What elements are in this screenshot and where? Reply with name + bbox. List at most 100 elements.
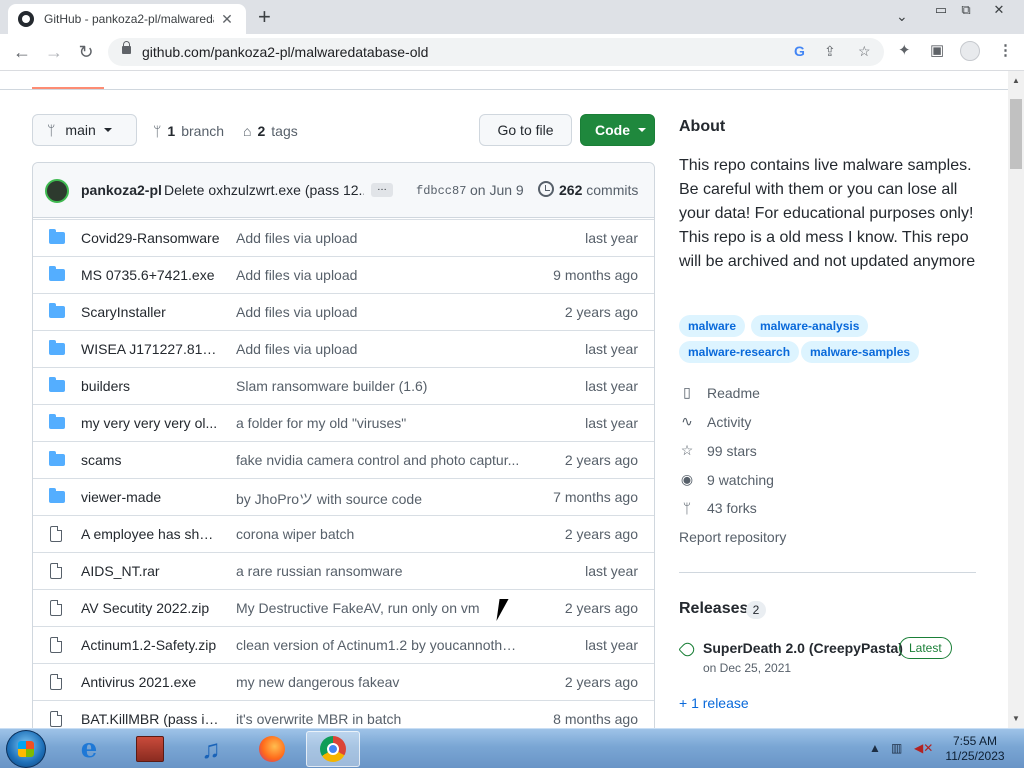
- table-row[interactable]: Antivirus 2021.exe my new dangerous fakea…: [33, 663, 654, 700]
- restore-icon[interactable]: ⧉: [955, 0, 977, 20]
- table-row[interactable]: WISEA J171227.81-2... Add files via uploa…: [33, 330, 654, 367]
- profile-avatar[interactable]: [960, 41, 980, 61]
- volume-muted-icon[interactable]: ◀✕: [914, 741, 933, 755]
- commit-message-link[interactable]: Add files via upload: [236, 341, 521, 357]
- branch-select-button[interactable]: ᛘ main: [32, 114, 137, 146]
- page-scrollbar[interactable]: ▲ ▼: [1008, 71, 1024, 728]
- file-name-link[interactable]: WISEA J171227.81-2...: [81, 341, 221, 357]
- table-row[interactable]: BAT.KillMBR (pass inf... it's overwrite M…: [33, 700, 654, 728]
- forks-link[interactable]: ᛘ 43 forks: [679, 500, 757, 516]
- forward-arrow-icon[interactable]: →: [42, 41, 66, 63]
- table-row[interactable]: my very very very ol... a folder for my o…: [33, 404, 654, 441]
- scroll-thumb[interactable]: [1010, 99, 1022, 169]
- internet-explorer-taskbar-button[interactable]: e: [62, 731, 116, 767]
- activity-link[interactable]: ∿ Activity: [679, 413, 751, 430]
- commit-sha-link[interactable]: fdbcc87: [416, 184, 466, 198]
- releases-heading[interactable]: Releases: [679, 600, 748, 618]
- file-name-link[interactable]: my very very very ol...: [81, 415, 221, 431]
- start-button[interactable]: [6, 730, 46, 768]
- file-name-link[interactable]: A employee has shar...: [81, 526, 221, 542]
- table-row[interactable]: AV Secutity 2022.zip My Destructive FakeA…: [33, 589, 654, 626]
- commit-message-link[interactable]: My Destructive FakeAV, run only on vm: [236, 600, 521, 616]
- file-name-link[interactable]: scams: [81, 452, 221, 468]
- report-repository-link[interactable]: Report repository: [679, 529, 786, 545]
- file-name-link[interactable]: AV Secutity 2022.zip: [81, 600, 221, 616]
- reload-icon[interactable]: ↻: [74, 41, 98, 63]
- file-name-link[interactable]: Covid29-Ransomware: [81, 230, 221, 246]
- table-row[interactable]: MS 0735.6+7421.exe Add files via upload 9 …: [33, 256, 654, 293]
- commit-message-link[interactable]: Add files via upload: [236, 230, 521, 246]
- lock-icon[interactable]: [122, 41, 131, 54]
- author-avatar[interactable]: [45, 179, 69, 203]
- watchers-link[interactable]: ◉ 9 watching: [679, 471, 774, 488]
- branches-link[interactable]: ᛘ 1 branch: [153, 123, 224, 139]
- topic-tag[interactable]: malware: [679, 315, 746, 337]
- go-to-file-button[interactable]: Go to file: [479, 114, 572, 146]
- file-name-link[interactable]: Actinum1.2-Safety.zip: [81, 637, 221, 653]
- file-name-link[interactable]: ScaryInstaller: [81, 304, 221, 320]
- side-panel-icon[interactable]: ▣: [930, 41, 944, 59]
- tab-close-icon[interactable]: ✕: [218, 11, 236, 28]
- table-row[interactable]: Actinum1.2-Safety.zip clean version of Ac…: [33, 626, 654, 663]
- commit-message-link[interactable]: by JhoProツ with source code: [236, 489, 521, 509]
- table-row[interactable]: A employee has shar... corona wiper batch…: [33, 515, 654, 552]
- table-row[interactable]: scams fake nvidia camera control and phot…: [33, 441, 654, 478]
- file-name-link[interactable]: Antivirus 2021.exe: [81, 674, 221, 690]
- file-name-link[interactable]: builders: [81, 378, 221, 394]
- commit-message-link[interactable]: Add files via upload: [236, 267, 521, 283]
- window-close-icon[interactable]: ✕: [988, 0, 1010, 20]
- table-row[interactable]: Covid29-Ransomware Add files via upload la…: [33, 219, 654, 256]
- system-clock[interactable]: 7:55 AM 11/25/2023: [938, 734, 1012, 764]
- chrome-taskbar-button[interactable]: [306, 731, 360, 767]
- browser-menu-icon[interactable]: ⋮: [998, 41, 1013, 59]
- commit-message-link[interactable]: Add files via upload: [236, 304, 521, 320]
- browser-tab-active[interactable]: GitHub - pankoza2-pl/malwaredatabase-old…: [8, 4, 246, 34]
- back-arrow-icon[interactable]: ←: [10, 41, 34, 63]
- stars-link[interactable]: ☆ 99 stars: [679, 442, 757, 459]
- commits-link[interactable]: 262 commits: [559, 182, 638, 198]
- commit-message-link[interactable]: a folder for my old "viruses": [236, 415, 521, 431]
- app-taskbar-button[interactable]: [123, 731, 177, 767]
- address-bar[interactable]: github.com/pankoza2-pl/malwaredatabase-o…: [108, 38, 884, 66]
- readme-link[interactable]: ▯ Readme: [679, 384, 760, 401]
- media-player-taskbar-button[interactable]: ♫: [184, 731, 238, 767]
- file-name-link[interactable]: BAT.KillMBR (pass inf...: [81, 711, 221, 727]
- topic-tag[interactable]: malware-analysis: [751, 315, 869, 337]
- more-releases-link[interactable]: + 1 release: [679, 695, 749, 711]
- file-name-link[interactable]: AIDS_NT.rar: [81, 563, 221, 579]
- new-tab-button[interactable]: +: [258, 6, 271, 28]
- commit-message-link[interactable]: a rare russian ransomware: [236, 563, 521, 579]
- tab-search-chevron-icon[interactable]: ⌄: [896, 8, 908, 25]
- commit-message-link[interactable]: corona wiper batch: [236, 526, 521, 542]
- file-name-link[interactable]: MS 0735.6+7421.exe: [81, 267, 221, 283]
- scroll-down-arrow-icon[interactable]: ▼: [1008, 711, 1024, 727]
- table-row[interactable]: ScaryInstaller Add files via upload 2 year…: [33, 293, 654, 330]
- table-row[interactable]: AIDS_NT.rar a rare russian ransomware last…: [33, 552, 654, 589]
- url-text[interactable]: github.com/pankoza2-pl/malwaredatabase-o…: [142, 44, 428, 60]
- commit-message-link[interactable]: Delete oxhzulzwrt.exe (pass 12...: [164, 182, 364, 198]
- tags-link[interactable]: ⌂ 2 tags: [243, 123, 298, 139]
- scroll-up-arrow-icon[interactable]: ▲: [1008, 73, 1024, 89]
- commit-message-link[interactable]: clean version of Actinum1.2 by youcannot…: [236, 637, 521, 653]
- table-row[interactable]: viewer-made by JhoProツ with source code 7 …: [33, 478, 654, 515]
- commit-message-link[interactable]: my new dangerous fakeav: [236, 674, 521, 690]
- topic-tag[interactable]: malware-research: [679, 341, 800, 363]
- commit-expand-button[interactable]: …: [371, 183, 393, 197]
- release-name-link[interactable]: SuperDeath 2.0 (CreepyPasta): [703, 640, 903, 656]
- firefox-taskbar-button[interactable]: [245, 731, 299, 767]
- commit-message-link[interactable]: Slam ransomware builder (1.6): [236, 378, 521, 394]
- table-row[interactable]: builders Slam ransomware builder (1.6) las…: [33, 367, 654, 404]
- commit-message-link[interactable]: it's overwrite MBR in batch: [236, 711, 521, 727]
- share-icon[interactable]: ⇪: [824, 43, 836, 60]
- google-translate-icon[interactable]: G: [794, 43, 805, 59]
- bookmark-star-icon[interactable]: ☆: [858, 43, 871, 60]
- file-name-link[interactable]: viewer-made: [81, 489, 221, 505]
- tray-show-hidden-icon[interactable]: ▲: [869, 741, 881, 755]
- topic-tag[interactable]: malware-samples: [801, 341, 920, 363]
- commit-author-link[interactable]: pankoza2-pl: [81, 182, 162, 198]
- minimize-icon[interactable]: ▭: [930, 0, 952, 20]
- extensions-puzzle-icon[interactable]: ✦: [898, 41, 911, 59]
- commit-message-link[interactable]: fake nvidia camera control and photo cap…: [236, 452, 521, 468]
- code-button[interactable]: Code: [580, 114, 655, 146]
- network-icon[interactable]: ▥: [891, 741, 902, 755]
